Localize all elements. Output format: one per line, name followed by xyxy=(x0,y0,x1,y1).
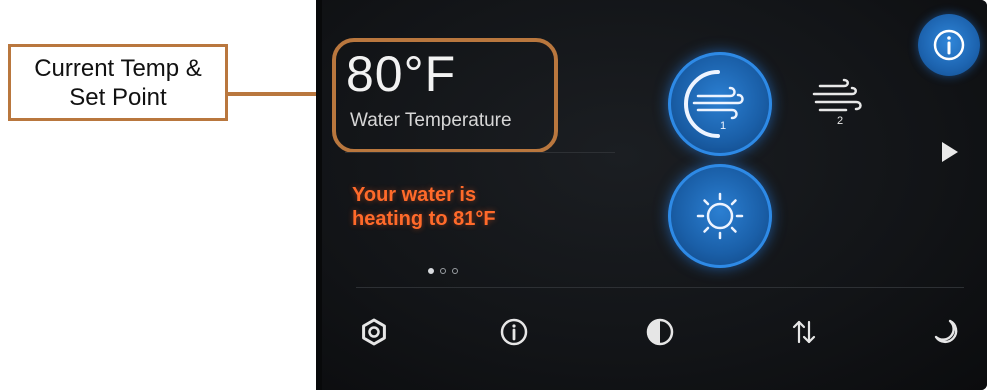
annotation-line-2: Set Point xyxy=(69,83,167,111)
gear-icon xyxy=(362,318,386,346)
page-indicator xyxy=(428,268,458,274)
moon-icon xyxy=(934,319,958,344)
settings-button[interactable] xyxy=(356,314,392,350)
divider xyxy=(345,152,615,153)
annotation-line-1: Current Temp & xyxy=(34,54,202,82)
jets-1-icon: 1 xyxy=(684,70,744,138)
page-dot-active[interactable] xyxy=(428,268,434,274)
toolbar-divider xyxy=(356,287,964,288)
contrast-button[interactable] xyxy=(642,314,678,350)
contrast-icon xyxy=(646,318,674,346)
page-dot[interactable] xyxy=(440,268,446,274)
sun-icon xyxy=(696,192,744,240)
heating-status-message: Your water is heating to 81°F xyxy=(352,183,572,231)
jets-2-icon: 2 xyxy=(812,78,862,127)
jets-2-button[interactable]: 2 xyxy=(808,72,872,128)
sort-arrows-icon xyxy=(792,320,816,344)
info-button-top[interactable] xyxy=(918,14,980,76)
jets-1-badge: 1 xyxy=(720,120,726,132)
temperature-highlight xyxy=(332,38,558,153)
night-mode-button[interactable] xyxy=(928,314,964,350)
heating-message-line-2: heating to 81°F xyxy=(352,208,496,230)
page-dot[interactable] xyxy=(452,268,458,274)
heating-message-line-1: Your water is xyxy=(352,184,477,206)
info-button[interactable] xyxy=(496,314,532,350)
light-button[interactable] xyxy=(668,164,772,268)
info-icon xyxy=(500,318,528,346)
sort-button[interactable] xyxy=(786,314,822,350)
annotation-callout: Current Temp & Set Point xyxy=(8,44,228,121)
jets-1-button[interactable]: 1 xyxy=(668,52,772,156)
info-icon xyxy=(933,29,965,61)
next-page-arrow[interactable] xyxy=(942,142,958,162)
jets-2-badge: 2 xyxy=(837,115,843,127)
